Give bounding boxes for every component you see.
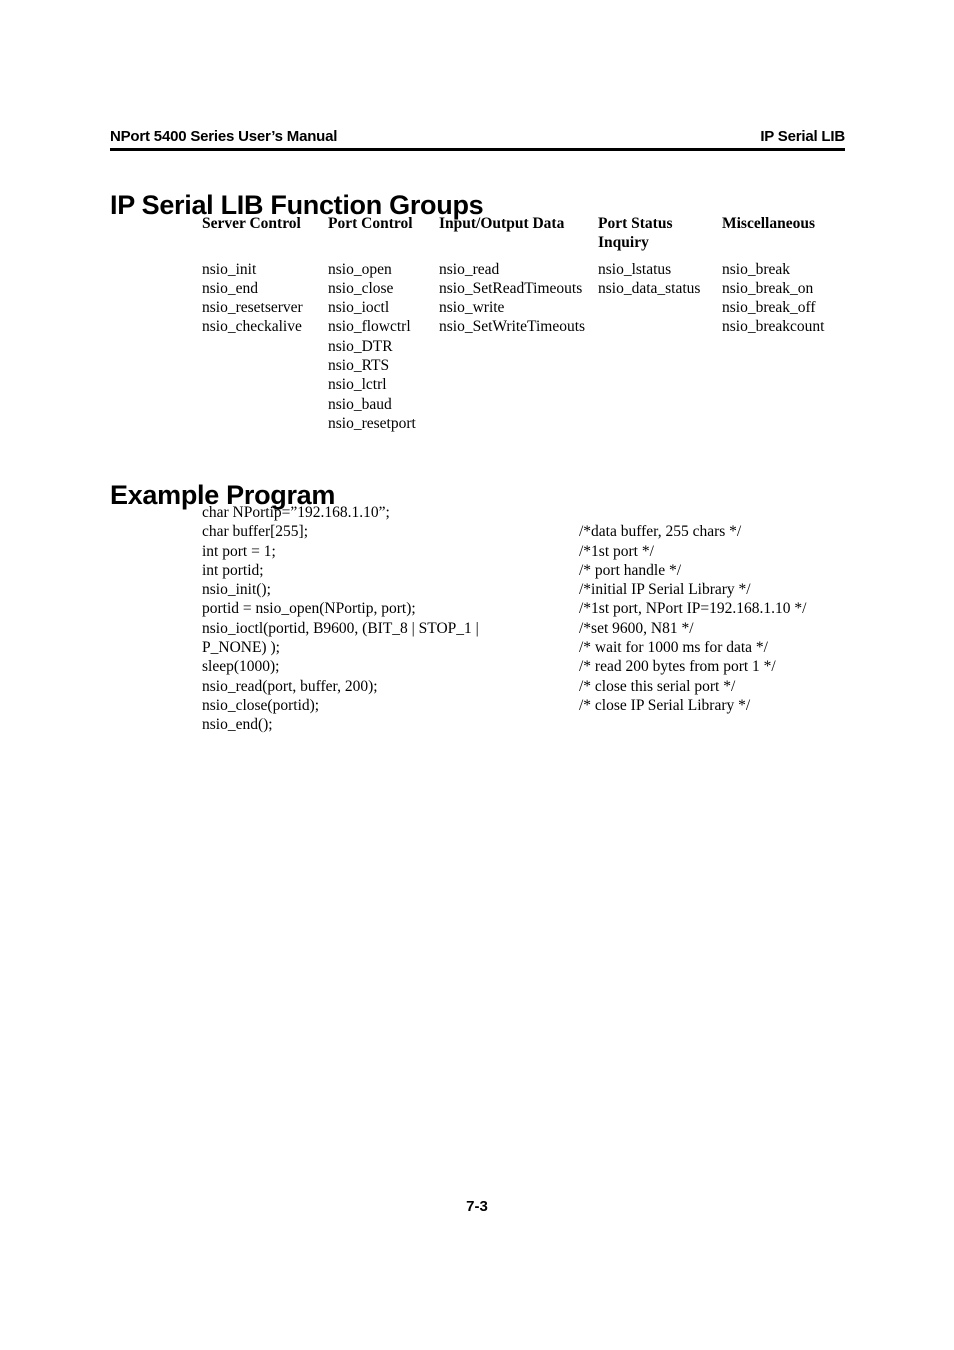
function-name: nsio_data_status [598,279,701,297]
code-line: portid = nsio_open(NPortip, port); /*1st … [202,599,902,618]
code-statement: P_NONE) ); [202,639,280,657]
function-name: nsio_RTS [328,357,390,375]
code-line: char NPortip=”192.168.1.10”; [202,503,902,522]
function-name: nsio_baud [328,395,392,413]
function-group-column-items: nsio_init nsio_end nsio_resetserver nsio_ch… [202,260,328,337]
code-comment: /* read 200 bytes from port 1 */ [579,658,776,676]
code-comment: /* close IP Serial Library */ [579,696,751,714]
column-header-line: Inquiry [598,234,649,252]
code-comment: /*data buffer, 255 chars */ [579,523,742,541]
code-statement: portid = nsio_open(NPortip, port); [202,600,416,618]
code-statement: char buffer[255]; [202,523,309,541]
function-name: nsio_checkalive [202,318,302,336]
table-header-spacer [202,253,902,260]
code-statement: nsio_read(port, buffer, 200); [202,677,378,695]
column-header-line: Miscellaneous [722,215,815,232]
function-name: nsio_SetReadTimeouts [439,279,583,297]
function-name: nsio_open [328,260,392,278]
function-group-column-items: nsio_break nsio_break_on nsio_break_off nsi… [722,260,882,337]
code-comment: /* port handle */ [579,561,682,579]
example-program-code-block: char NPortip=”192.168.1.10”; char buffer[… [202,503,902,735]
function-name: nsio_SetWriteTimeouts [439,318,586,336]
running-header-right: IP Serial LIB [760,128,845,145]
function-group-column-header: Port Status Inquiry [598,214,722,253]
code-line: P_NONE) ); /* wait for 1000 ms for data *… [202,638,902,657]
column-header-line: Server Control [202,215,301,232]
function-group-column-header: Port Control [328,214,439,253]
function-group-column-header: Server Control [202,214,328,253]
code-statement: nsio_close(portid); [202,696,320,714]
code-statement: sleep(1000); [202,658,280,676]
header-rule [110,148,845,151]
code-comment: /*1st port */ [579,542,654,560]
code-comment: /* wait for 1000 ms for data */ [579,639,768,657]
running-header: NPort 5400 Series User’s Manual IP Seria… [110,128,845,145]
code-comment: /* close this serial port */ [579,677,736,695]
function-group-column-header: Input/Output Data [439,214,598,253]
page-footer: 7-3 [0,1198,954,1215]
code-line: nsio_init(); /*initial IP Serial Library … [202,580,902,599]
function-group-column-header: Miscellaneous [722,214,882,253]
document-page: NPort 5400 Series User’s Manual IP Seria… [0,0,954,1350]
column-header-line: Port Control [328,215,413,232]
function-name: nsio_ioctl [328,299,390,317]
function-groups-header-row: Server Control Port Control Input/Output… [202,214,902,253]
page-number: 7-3 [466,1198,488,1215]
function-group-column-items: nsio_read nsio_SetReadTimeouts nsio_write n… [439,260,598,337]
function-name: nsio_breakcount [722,318,825,336]
code-statement: nsio_end(); [202,716,273,734]
code-statement: nsio_init(); [202,581,271,599]
function-name: nsio_break_on [722,279,814,297]
function-name: nsio_lstatus [598,260,672,278]
code-comment: /*initial IP Serial Library */ [579,581,751,599]
function-name: nsio_init [202,260,257,278]
code-line: nsio_read(port, buffer, 200); /* close th… [202,677,902,696]
code-statement: int portid; [202,561,264,579]
function-name: nsio_resetserver [202,299,303,317]
code-line: int portid; /* port handle */ [202,561,902,580]
code-statement: char NPortip=”192.168.1.10”; [202,504,390,521]
code-line: nsio_end(); [202,715,902,734]
function-name: nsio_flowctrl [328,318,411,336]
function-name: nsio_break [722,260,791,278]
function-groups-body-row: nsio_init nsio_end nsio_resetserver nsio_ch… [202,260,902,434]
function-name: nsio_write [439,299,505,317]
function-name: nsio_resetport [328,414,416,432]
function-name: nsio_end [202,279,258,297]
code-line: nsio_close(portid); /* close IP Serial Li… [202,696,902,715]
column-header-line: Port Status [598,215,673,232]
function-name: nsio_close [328,279,394,297]
function-group-column-items: nsio_open nsio_close nsio_ioctl nsio_flowct… [328,260,439,434]
function-groups-table: Server Control Port Control Input/Output… [202,214,902,433]
code-line: char buffer[255]; /*data buffer, 255 char… [202,522,902,541]
function-name: nsio_read [439,260,500,278]
code-line: nsio_ioctl(portid, B9600, (BIT_8 | STOP_… [202,619,902,638]
code-statement: nsio_ioctl(portid, B9600, (BIT_8 | STOP_… [202,619,479,637]
code-line: int port = 1; /*1st port */ [202,542,902,561]
function-name: nsio_DTR [328,337,393,355]
running-header-left: NPort 5400 Series User’s Manual [110,128,338,145]
code-comment: /*set 9600, N81 */ [579,619,694,637]
function-name: nsio_break_off [722,299,816,317]
function-name: nsio_lctrl [328,376,387,394]
function-group-column-items: nsio_lstatus nsio_data_status [598,260,722,299]
code-line: sleep(1000); /* read 200 bytes from port … [202,657,902,676]
code-statement: int port = 1; [202,542,276,560]
column-header-line: Input/Output Data [439,215,565,232]
code-comment: /*1st port, NPort IP=192.168.1.10 */ [579,600,807,618]
